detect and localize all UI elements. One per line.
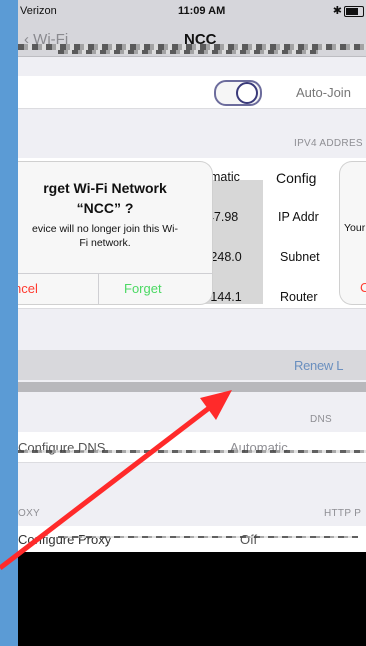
arrow-shaft (0, 403, 215, 570)
annotation-arrow-icon (0, 390, 232, 570)
arrow-head (200, 390, 232, 420)
